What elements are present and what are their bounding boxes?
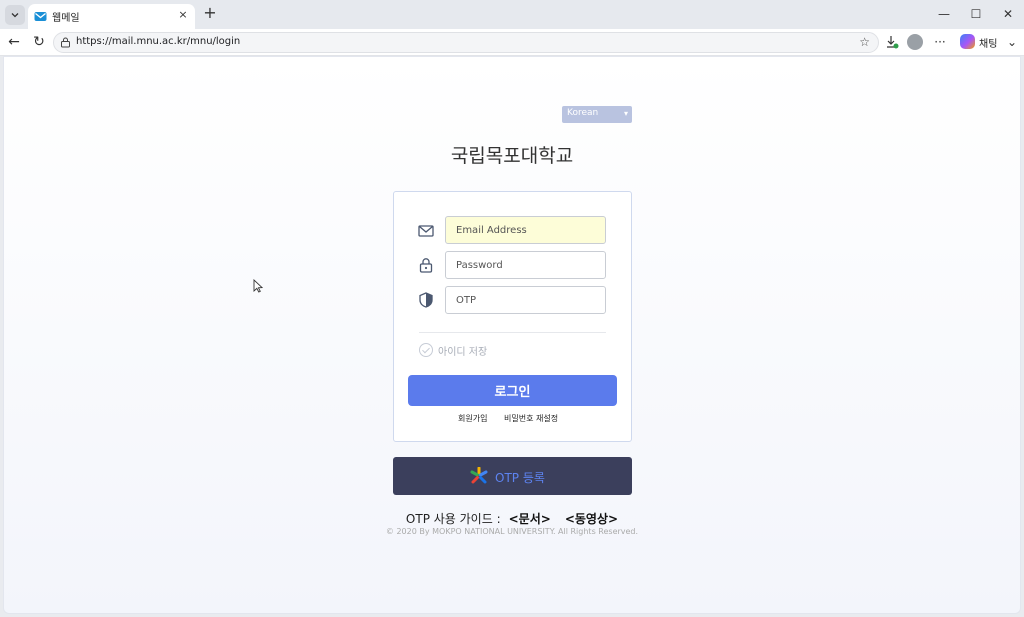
otp-register-button[interactable]: OTP 등록 [393, 457, 632, 495]
chevron-down-icon: ▾ [623, 109, 628, 118]
otp-guide-label: OTP 사용 가이드 : [405, 512, 501, 526]
chevron-down-icon [11, 13, 19, 18]
back-button[interactable]: ← [5, 33, 23, 51]
downloads-icon[interactable] [883, 33, 901, 51]
tab-actions-button[interactable] [5, 5, 25, 25]
tab-title: 웹메일 [52, 13, 80, 24]
favorite-star-icon[interactable]: ☆ [859, 35, 870, 49]
login-button[interactable]: 로그인 [408, 375, 617, 406]
form-divider [419, 332, 606, 333]
page-title: 국립목포대학교 [450, 145, 574, 167]
shield-icon [419, 292, 433, 308]
otp-guide-video-link[interactable]: <동영상> [565, 512, 618, 526]
maximize-button[interactable]: ☐ [965, 4, 987, 24]
close-window-button[interactable]: ✕ [997, 4, 1019, 24]
chevron-down-icon[interactable]: ⌄ [1003, 33, 1021, 51]
otp-register-label: OTP 등록 [495, 471, 545, 485]
reset-password-link[interactable]: 비밀번호 재설정 [504, 413, 558, 424]
more-options-button[interactable]: ··· [931, 33, 949, 51]
minimize-button[interactable]: — [933, 4, 955, 24]
signup-link[interactable]: 회원가입 [458, 413, 487, 424]
otp-field[interactable] [445, 286, 606, 314]
browser-tab[interactable]: 웹메일 × [28, 4, 195, 29]
copilot-chat-button[interactable]: 채팅 [955, 32, 1007, 52]
copilot-label: 채팅 [979, 39, 998, 50]
envelope-icon [418, 225, 434, 237]
password-field[interactable] [445, 251, 606, 279]
url-bar[interactable]: https://mail.mnu.ac.kr/mnu/login ☆ [53, 32, 879, 53]
remember-id-label[interactable]: 아이디 저장 [438, 343, 487, 358]
language-select-value: Korean [567, 108, 599, 118]
tab-close-icon[interactable]: × [177, 8, 189, 22]
url-text[interactable]: https://mail.mnu.ac.kr/mnu/login [76, 36, 240, 47]
mail-favicon-icon [34, 12, 47, 21]
browser-tab-bar: 웹메일 × + — ☐ ✕ [0, 0, 1024, 29]
address-toolbar: ← ↻ https://mail.mnu.ac.kr/mnu/login ☆ ·… [0, 29, 1024, 56]
copyright-text: © 2020 By MOKPO NATIONAL UNIVERSITY. All… [385, 527, 639, 536]
otp-logo-icon [470, 467, 488, 484]
remember-id-checkbox[interactable] [419, 343, 433, 357]
mouse-cursor-icon [253, 279, 263, 293]
copilot-icon [960, 34, 975, 49]
new-tab-button[interactable]: + [202, 4, 218, 22]
site-info-icon[interactable] [60, 37, 71, 48]
email-field[interactable] [445, 216, 606, 244]
otp-guide-doc-link[interactable]: <문서> [509, 512, 551, 526]
language-select[interactable]: Korean ▾ [562, 106, 632, 123]
lock-icon [419, 258, 433, 273]
otp-guide: OTP 사용 가이드 : <문서> <동영상> [0, 510, 1024, 527]
reload-button[interactable]: ↻ [30, 33, 48, 51]
profile-avatar[interactable] [907, 34, 923, 50]
